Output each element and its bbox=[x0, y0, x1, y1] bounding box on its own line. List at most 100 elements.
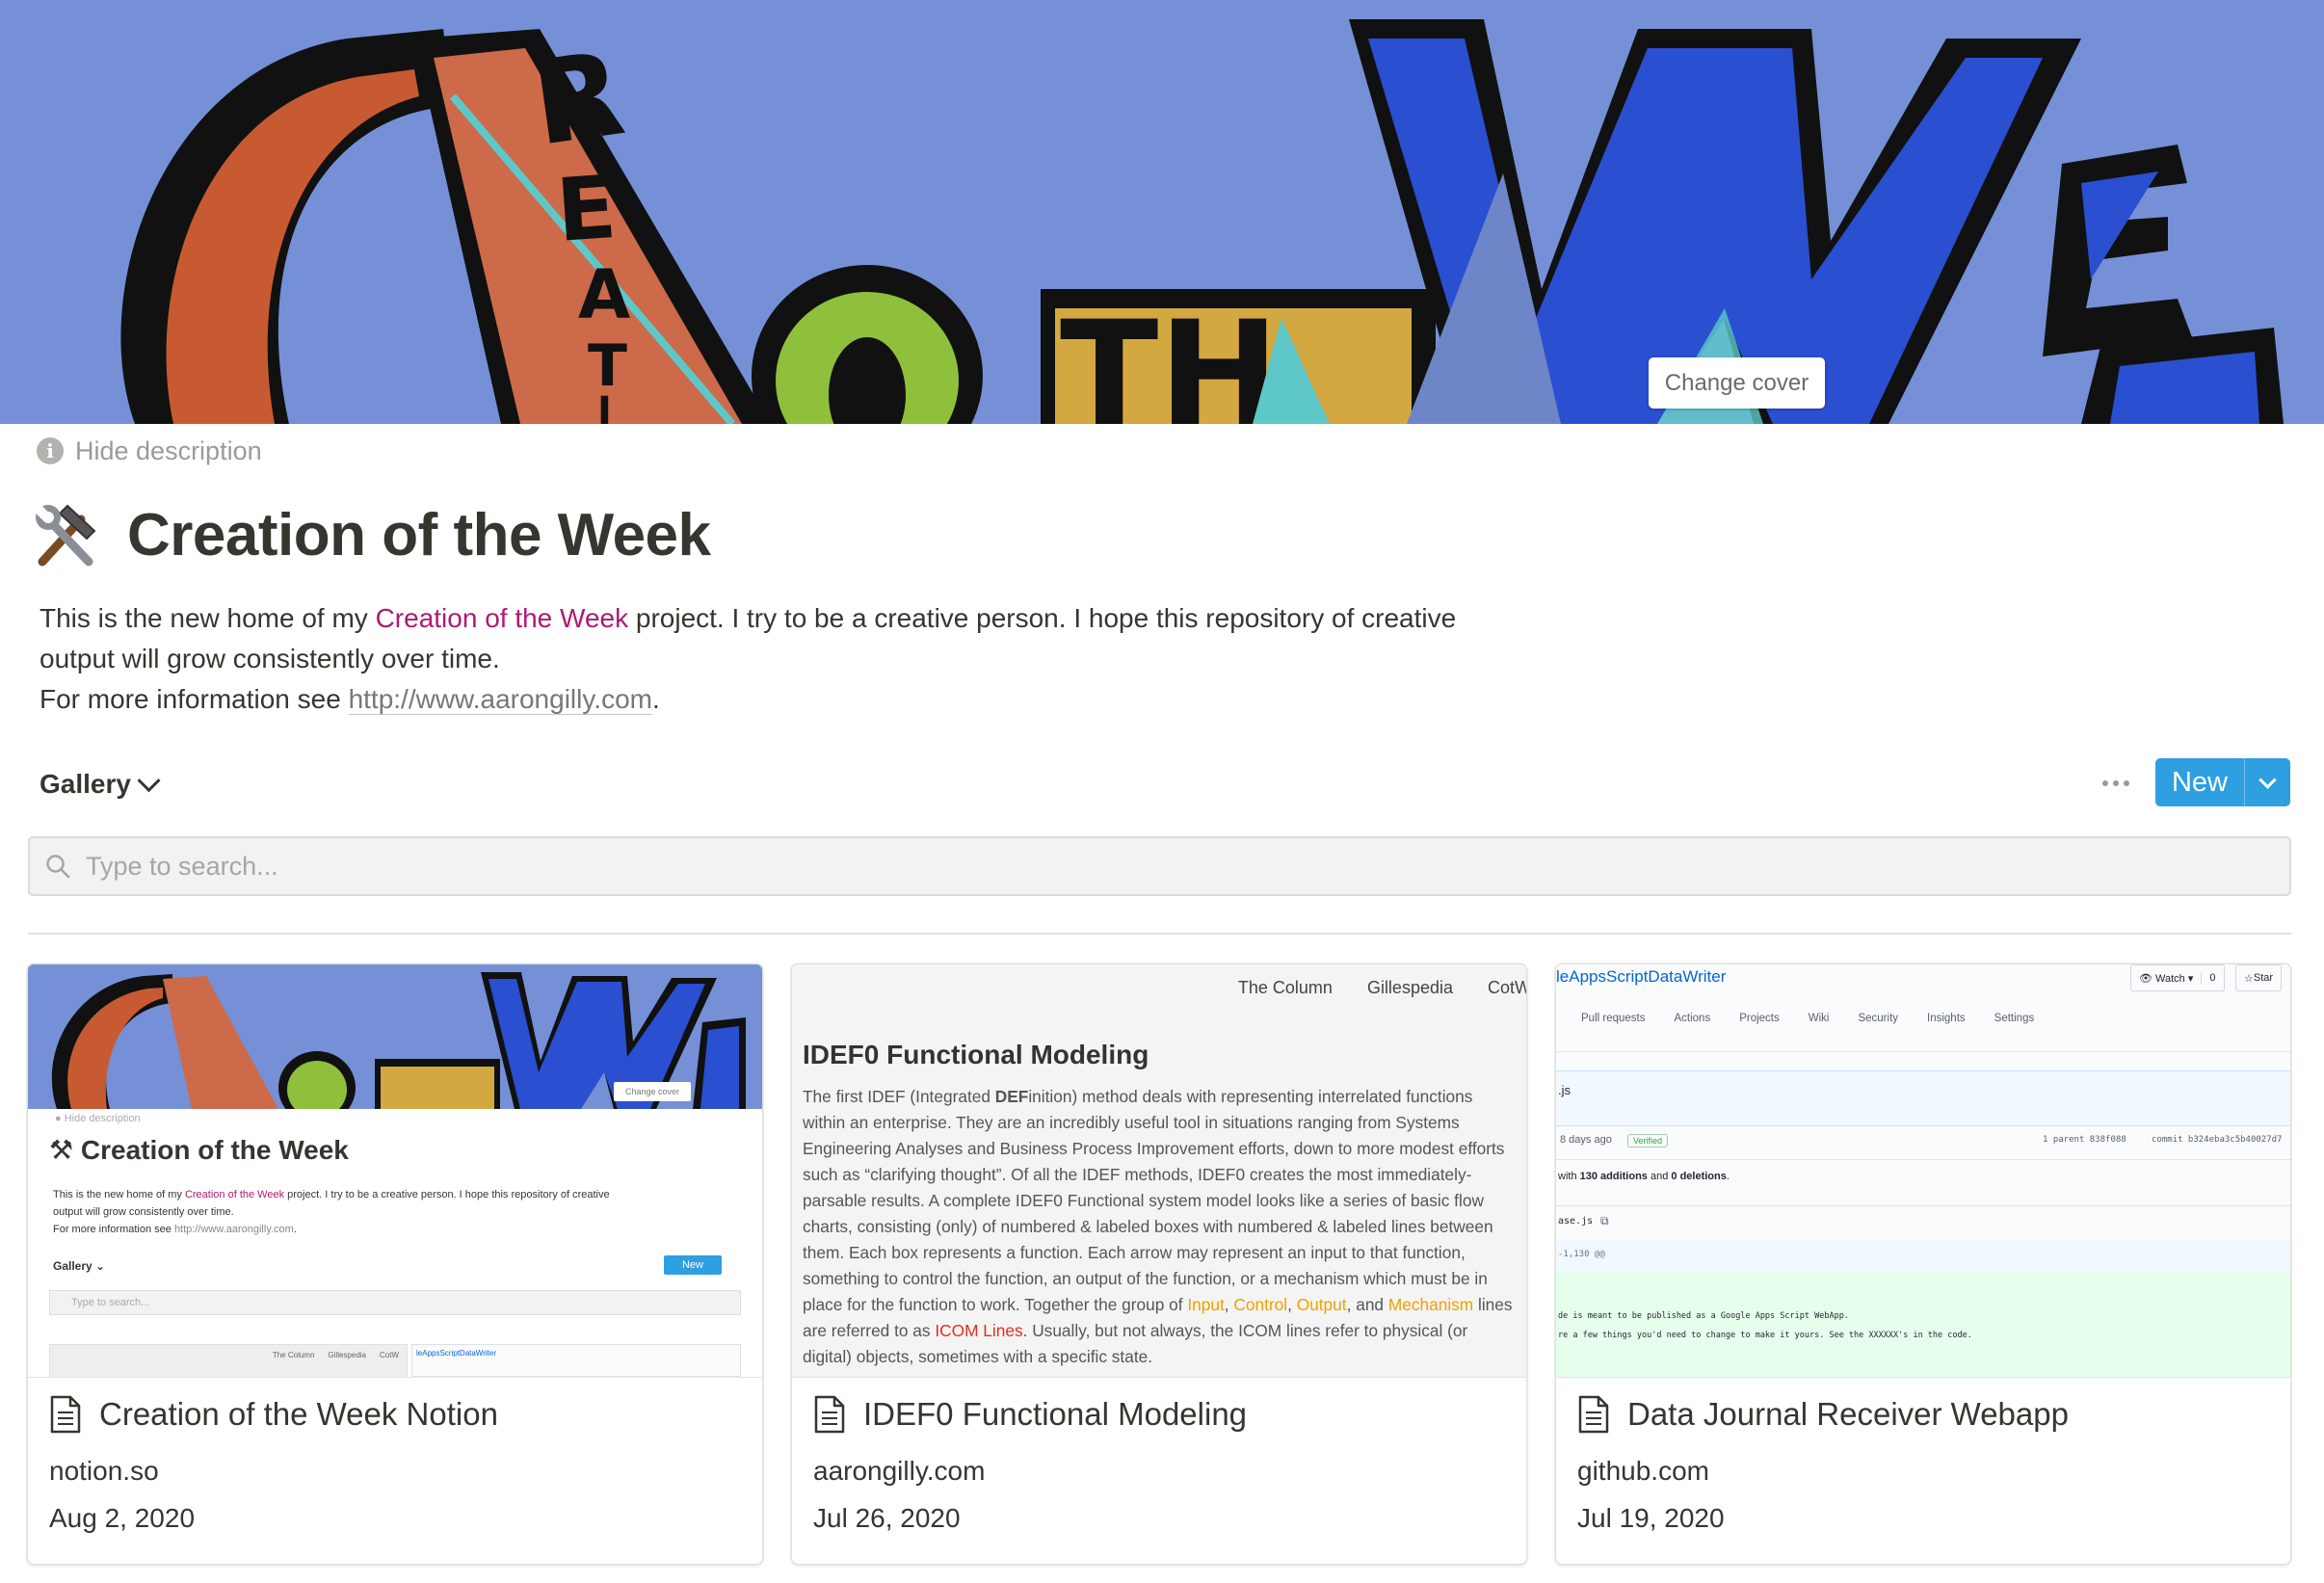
hammer-and-wrench-icon[interactable] bbox=[27, 496, 104, 573]
new-button-group: New bbox=[2155, 758, 2290, 806]
article-text: , bbox=[1287, 1295, 1297, 1314]
repo-tab: Projects bbox=[1739, 1013, 1780, 1024]
page-title: Creation of the Week bbox=[127, 501, 711, 568]
hunk-header: -1,130 @@ bbox=[1556, 1240, 2290, 1271]
diff-line: de is meant to be published as a Google … bbox=[1558, 1311, 1849, 1321]
commit-hash: commit b324eba3c5b40027d7 bbox=[2152, 1135, 2283, 1145]
website-link[interactable]: http://www.aarongilly.com bbox=[348, 684, 652, 715]
card-url: notion.so bbox=[49, 1456, 159, 1486]
article-nav: The Column Gillespedia CotW bbox=[1238, 978, 1526, 998]
mini-desc-highlight: Creation of the Week bbox=[184, 1189, 285, 1200]
description-highlight: Creation of the Week bbox=[375, 603, 629, 633]
article-bold: DEF bbox=[994, 1087, 1029, 1106]
github-commit-screenshot: leAppsScriptDataWriter 👁 Watch ▾ 0 ☆ Sta… bbox=[1556, 964, 2290, 1377]
article-nav-item: CotW bbox=[1488, 978, 1526, 997]
gallery-card[interactable]: Change cover ● Hide description ⚒ Creati… bbox=[28, 964, 762, 1564]
article-text: inition) method deals with representing … bbox=[803, 1087, 1505, 1314]
view-name: Gallery bbox=[40, 769, 131, 799]
gallery-card[interactable]: leAppsScriptDataWriter 👁 Watch ▾ 0 ☆ Sta… bbox=[1556, 964, 2290, 1564]
diff-line: re a few things you'd need to change to … bbox=[1558, 1331, 1972, 1340]
stats-text: and bbox=[1647, 1171, 1672, 1182]
mini-title: ⚒ Creation of the Week bbox=[49, 1134, 349, 1166]
chevron-down-icon bbox=[2258, 770, 2277, 789]
copy-icon: ⧉ bbox=[1600, 1214, 1609, 1227]
search-icon bbox=[46, 855, 70, 879]
mini-new-button: New bbox=[664, 1255, 722, 1275]
tabs-divider bbox=[1556, 1051, 2290, 1052]
mini-hide-description-text: Hide description bbox=[64, 1113, 141, 1124]
diff-additions: de is meant to be published as a Google … bbox=[1556, 1271, 2290, 1377]
description-text: . bbox=[651, 684, 660, 714]
hide-description-button[interactable]: i Hide description bbox=[37, 434, 262, 468]
mini-hide-description: ● Hide description bbox=[55, 1113, 141, 1124]
card-title-row: Data Journal Receiver Webapp bbox=[1577, 1395, 2069, 1434]
ellipsis-dot bbox=[2124, 780, 2129, 786]
additions-count: 130 additions bbox=[1579, 1171, 1648, 1182]
mini-cover: Change cover bbox=[28, 964, 762, 1109]
watch-label: 👁 Watch ▾ bbox=[2139, 972, 2194, 985]
mini-desc-text: . bbox=[293, 1224, 297, 1235]
watch-count: 0 bbox=[2201, 972, 2223, 984]
watch-text: Watch bbox=[2155, 972, 2185, 985]
view-switcher[interactable]: Gallery bbox=[40, 763, 161, 805]
more-options-button[interactable] bbox=[2097, 767, 2135, 800]
new-button[interactable]: New bbox=[2155, 758, 2244, 806]
page-icon bbox=[1578, 1395, 1609, 1434]
mini-search: Type to search... bbox=[49, 1290, 741, 1315]
gallery-card[interactable]: The Column Gillespedia CotW IDEF0 Functi… bbox=[792, 964, 1526, 1564]
article-body: The first IDEF (Integrated DEFinition) m… bbox=[803, 1084, 1516, 1370]
card-url: aarongilly.com bbox=[813, 1456, 986, 1486]
search-input[interactable] bbox=[84, 850, 2289, 883]
cover-artwork: R E A T I TH bbox=[0, 0, 2324, 424]
divider bbox=[1556, 1159, 2290, 1160]
hide-description-label: Hide description bbox=[75, 435, 262, 465]
article-heading: IDEF0 Functional Modeling bbox=[803, 1040, 1149, 1069]
commit-header: .js bbox=[1556, 1070, 2290, 1126]
mini-card-nav: The Column Gillespedia CotW bbox=[273, 1351, 399, 1359]
card-preview-image: leAppsScriptDataWriter 👁 Watch ▾ 0 ☆ Sta… bbox=[1556, 964, 2290, 1378]
article-screenshot: The Column Gillespedia CotW IDEF0 Functi… bbox=[792, 964, 1526, 1377]
repo-name: leAppsScriptDataWriter bbox=[1556, 967, 1727, 986]
mini-gallery: Gallery ⌄ bbox=[53, 1259, 106, 1273]
repo-tab: Security bbox=[1858, 1013, 1899, 1024]
description-text: output will grow consistently over time. bbox=[40, 644, 500, 673]
deletions-count: 0 deletions bbox=[1671, 1171, 1727, 1182]
mini-card: The Column Gillespedia CotW bbox=[49, 1344, 408, 1377]
description-text: For more information see bbox=[40, 684, 349, 714]
mini-desc-text: This is the new home of my bbox=[53, 1189, 185, 1200]
mini-hammer-icon: ⚒ bbox=[49, 1135, 81, 1165]
repo-tab: Pull requests bbox=[1581, 1013, 1646, 1024]
mini-gallery-text: Gallery bbox=[53, 1259, 92, 1273]
mini-change-cover: Change cover bbox=[614, 1082, 691, 1101]
star-text: Star bbox=[2253, 972, 2274, 984]
svg-text:I: I bbox=[597, 389, 612, 424]
card-preview-image: Change cover ● Hide description ⚒ Creati… bbox=[28, 964, 762, 1378]
card-date: Jul 19, 2020 bbox=[1577, 1503, 1725, 1533]
card-date: Jul 26, 2020 bbox=[813, 1503, 961, 1533]
page-icon bbox=[50, 1395, 81, 1434]
commit-title: .js bbox=[1558, 1083, 1571, 1097]
file-name: ase.js bbox=[1558, 1216, 1594, 1227]
search-bar[interactable] bbox=[28, 836, 2291, 896]
info-icon: i bbox=[37, 437, 64, 464]
stats-text: . bbox=[1726, 1171, 1730, 1182]
file-header: ase.js ⧉ bbox=[1556, 1205, 2290, 1242]
article-icom-term: ICOM Lines bbox=[935, 1321, 1023, 1340]
mini-title-text: Creation of the Week bbox=[80, 1135, 349, 1165]
change-cover-button[interactable]: Change cover bbox=[1649, 357, 1825, 409]
svg-text:A: A bbox=[578, 255, 630, 334]
commit-time: 8 days ago bbox=[1560, 1134, 1612, 1146]
page-cover: R E A T I TH Change cover bbox=[0, 0, 2324, 424]
article-mechanism-term: Mechanism bbox=[1387, 1295, 1474, 1314]
mini-nav-item: The Column bbox=[272, 1351, 315, 1359]
article-nav-item: The Column bbox=[1237, 978, 1333, 997]
mini-desc-text: For more information see bbox=[53, 1224, 174, 1235]
mini-description: This is the new home of my Creation of t… bbox=[53, 1186, 727, 1238]
star-button: ☆ Star bbox=[2235, 964, 2283, 991]
mini-nav-item: Gillespedia bbox=[328, 1351, 366, 1359]
article-text: and bbox=[1351, 1295, 1388, 1314]
ellipsis-dot bbox=[2102, 780, 2108, 786]
svg-text:E: E bbox=[553, 157, 620, 262]
new-dropdown-button[interactable] bbox=[2245, 758, 2290, 806]
article-text: , bbox=[1224, 1295, 1234, 1314]
